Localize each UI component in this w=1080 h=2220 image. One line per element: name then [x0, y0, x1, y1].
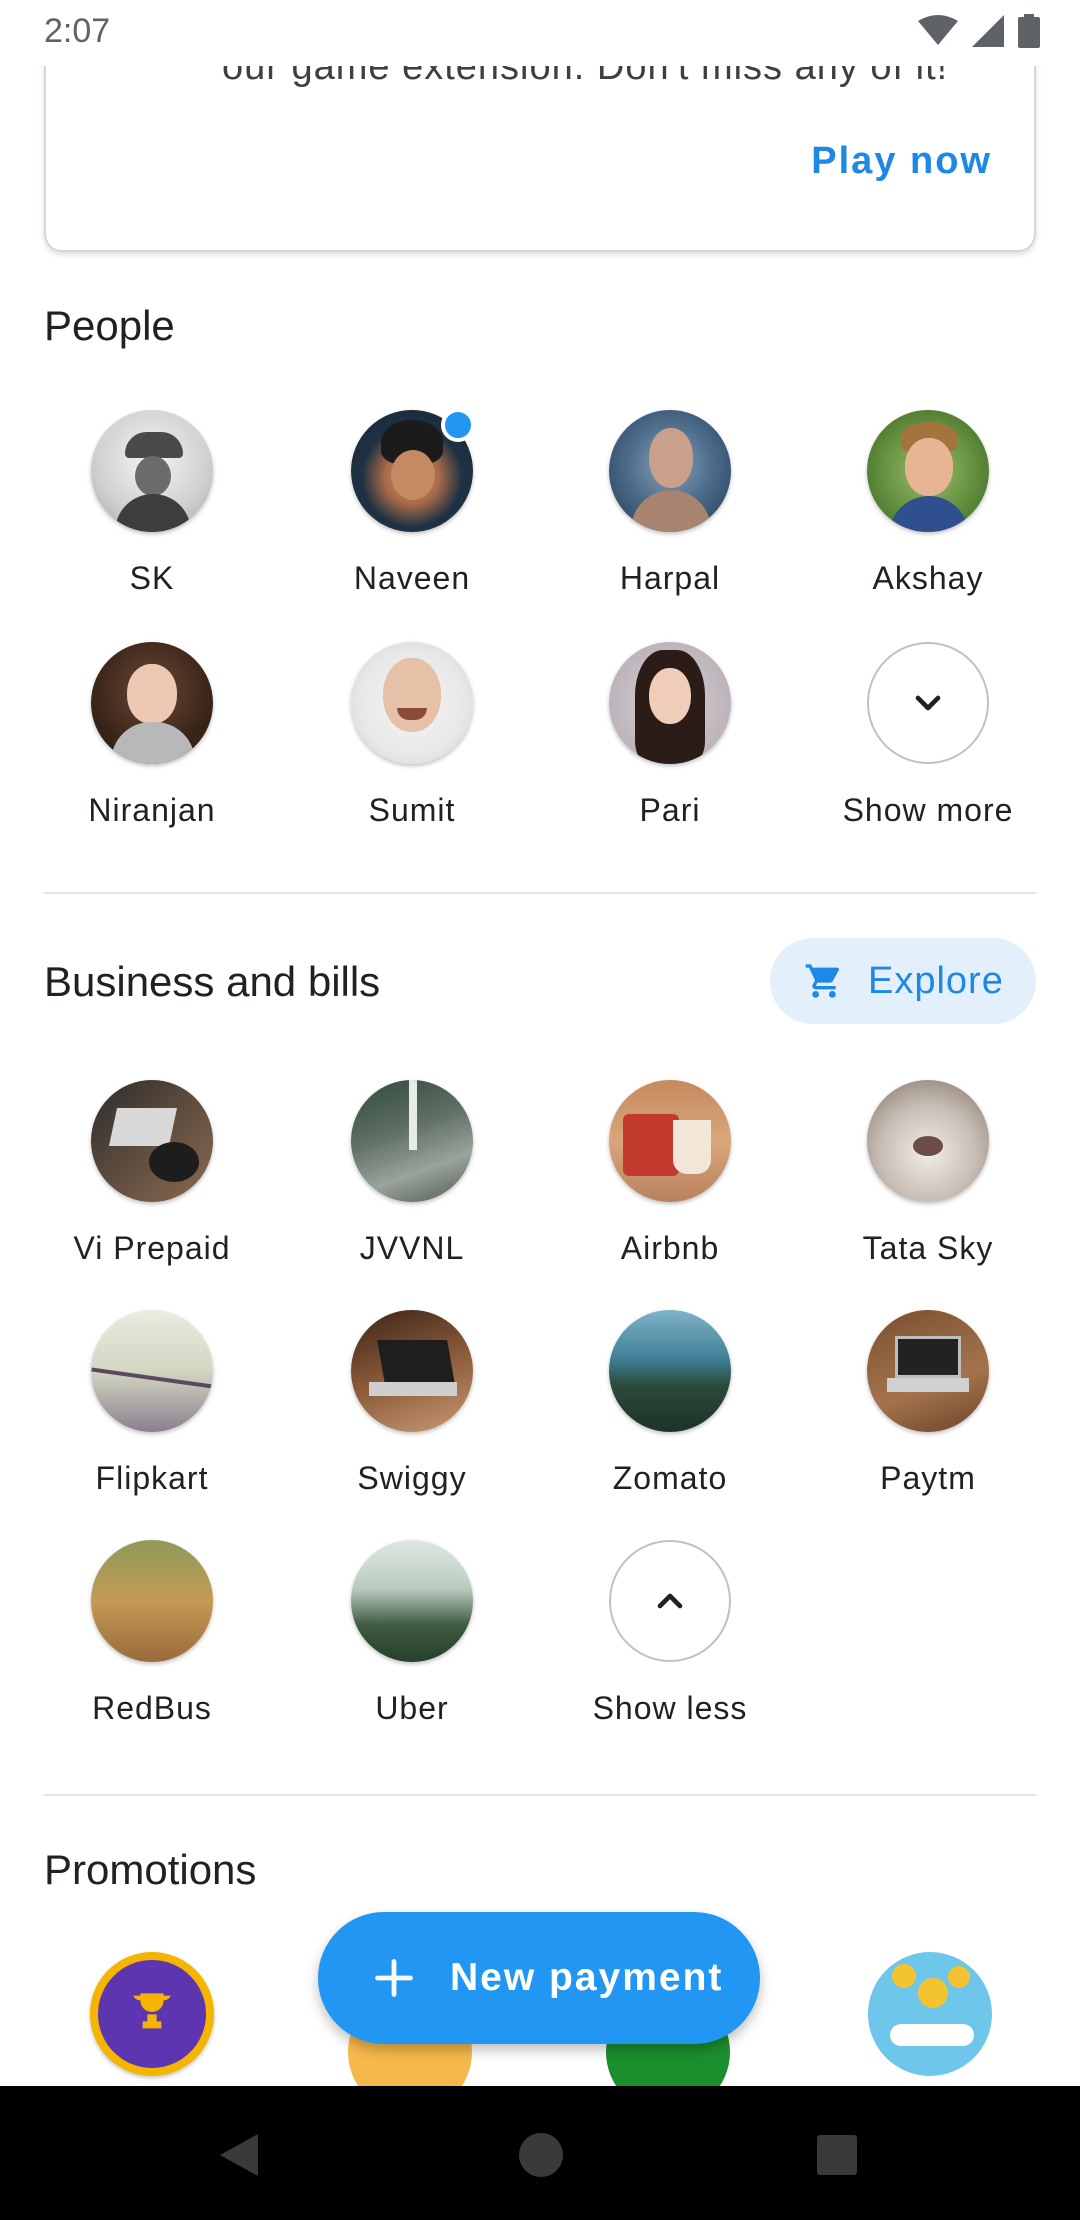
avatar	[609, 1310, 731, 1432]
signal-icon	[972, 15, 1004, 47]
wifi-icon	[918, 15, 958, 45]
person-name: Niranjan	[88, 792, 216, 828]
people-section-title: People	[44, 302, 175, 349]
business-name: Zomato	[612, 1460, 728, 1496]
business-name: Airbnb	[620, 1230, 720, 1266]
business-name: Tata Sky	[862, 1230, 994, 1266]
status-time: 2:07	[44, 12, 111, 50]
avatar	[91, 1540, 213, 1662]
person-naveen[interactable]: Naveen	[282, 408, 542, 597]
show-less-button[interactable]: Show less	[540, 1540, 800, 1727]
avatar	[91, 642, 213, 764]
new-activity-dot	[441, 408, 475, 442]
avatar	[609, 410, 731, 532]
cashback-promo-icon[interactable]	[868, 1952, 992, 2076]
chevron-down-icon	[915, 695, 941, 711]
business-section-title: Business and bills	[44, 958, 381, 1005]
avatar	[91, 410, 213, 532]
person-sk[interactable]: SK	[22, 410, 282, 597]
section-divider	[44, 1794, 1036, 1796]
business-name: Swiggy	[357, 1460, 467, 1496]
avatar	[609, 642, 731, 764]
avatar	[351, 1540, 473, 1662]
person-sumit[interactable]: Sumit	[282, 642, 542, 829]
play-now-button[interactable]: Play now	[811, 140, 992, 183]
business-swiggy[interactable]: Swiggy	[282, 1310, 542, 1497]
home-icon[interactable]	[516, 2130, 566, 2180]
show-less-label: Show less	[592, 1690, 748, 1726]
system-nav-bar	[0, 2086, 1080, 2220]
business-paytm[interactable]: Paytm	[798, 1310, 1058, 1497]
business-jvvnl[interactable]: JVVNL	[282, 1080, 542, 1267]
new-payment-label: New payment	[450, 1956, 724, 1999]
business-name: Uber	[375, 1690, 449, 1726]
person-name: Harpal	[619, 560, 721, 596]
person-name: SK	[129, 560, 175, 596]
explore-button[interactable]: Explore	[770, 938, 1036, 1024]
business-zomato[interactable]: Zomato	[540, 1310, 800, 1497]
new-payment-button[interactable]: New payment	[318, 1912, 760, 2044]
person-niranjan[interactable]: Niranjan	[22, 642, 282, 829]
shopping-cart-icon	[805, 964, 840, 998]
promotions-section-title: Promotions	[44, 1846, 257, 1893]
avatar	[867, 410, 989, 532]
avatar	[867, 1080, 989, 1202]
person-name: Pari	[639, 792, 701, 828]
show-more-button[interactable]: Show more	[798, 642, 1058, 829]
avatar	[351, 1080, 473, 1202]
avatar	[91, 1310, 213, 1432]
person-harpal[interactable]: Harpal	[540, 410, 800, 597]
business-tata-sky[interactable]: Tata Sky	[798, 1080, 1058, 1267]
plus-icon	[375, 1959, 413, 1997]
business-redbus[interactable]: RedBus	[22, 1540, 282, 1727]
business-name: Paytm	[880, 1460, 976, 1496]
back-icon[interactable]	[218, 2132, 260, 2178]
trophy-icon	[133, 1993, 171, 2029]
avatar	[867, 1310, 989, 1432]
recents-icon[interactable]	[816, 2134, 858, 2176]
section-divider	[44, 892, 1036, 894]
business-vi-prepaid[interactable]: Vi Prepaid	[22, 1080, 282, 1267]
trophy-promo-icon[interactable]	[90, 1952, 214, 2076]
avatar	[609, 1080, 731, 1202]
business-name: Vi Prepaid	[73, 1230, 231, 1266]
business-name: JVVNL	[359, 1230, 465, 1266]
avatar	[351, 1310, 473, 1432]
business-flipkart[interactable]: Flipkart	[22, 1310, 282, 1497]
person-akshay[interactable]: Akshay	[798, 410, 1058, 597]
status-bar: 2:07	[0, 0, 1080, 66]
explore-label: Explore	[868, 959, 1004, 1002]
person-name: Akshay	[872, 560, 984, 596]
business-uber[interactable]: Uber	[282, 1540, 542, 1727]
avatar	[91, 1080, 213, 1202]
chevron-up-icon	[657, 1593, 683, 1609]
person-pari[interactable]: Pari	[540, 642, 800, 829]
person-name: Naveen	[353, 560, 471, 596]
avatar	[351, 642, 473, 764]
business-name: RedBus	[92, 1690, 212, 1726]
battery-icon	[1018, 14, 1040, 48]
business-airbnb[interactable]: Airbnb	[540, 1080, 800, 1267]
person-name: Sumit	[368, 792, 456, 828]
business-name: Flipkart	[95, 1460, 209, 1496]
show-more-label: Show more	[842, 792, 1014, 828]
